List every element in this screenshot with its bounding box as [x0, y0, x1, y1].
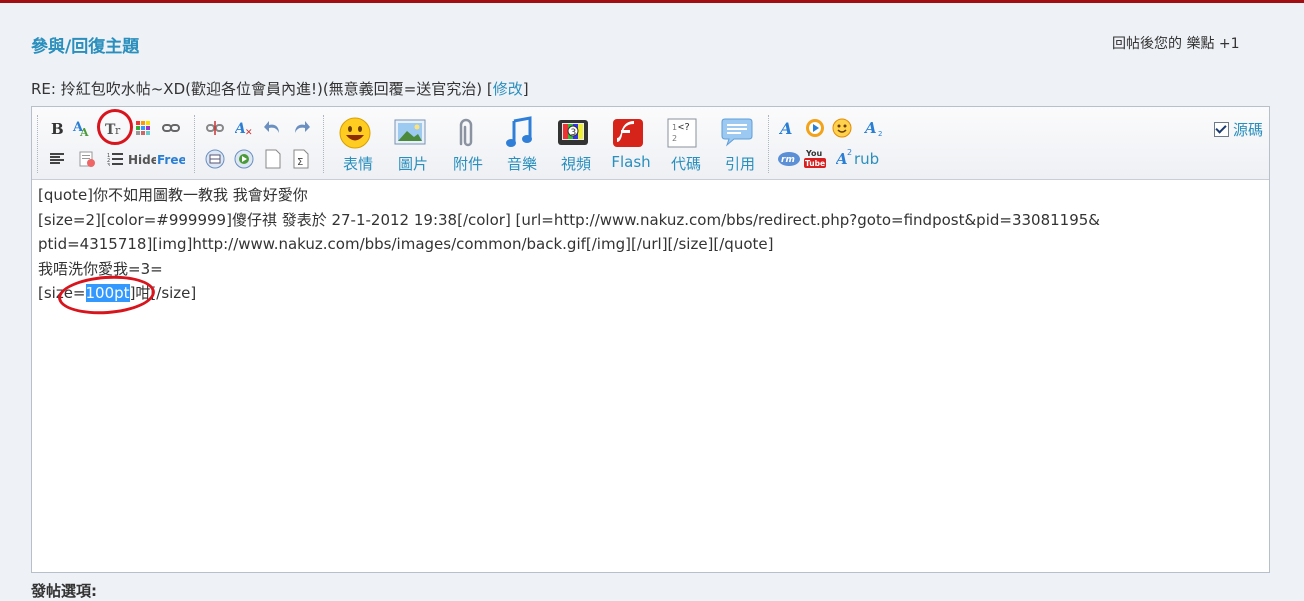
- svg-text:Σ: Σ: [297, 157, 303, 168]
- source-mode-toggle[interactable]: 源碼: [1214, 119, 1263, 140]
- quote-icon[interactable]: [719, 116, 755, 150]
- post-editor: B AA Tr 123 Hide Free A ✕ Σ 表情 圖片 附件 音樂 …: [31, 106, 1270, 573]
- video-button-label[interactable]: 視頻: [550, 153, 602, 174]
- toolbar-separator: [37, 115, 38, 173]
- hide-icon[interactable]: Hide: [128, 149, 156, 169]
- background-color-icon[interactable]: [133, 118, 153, 138]
- ruby-text-icon[interactable]: A 2 rub: [836, 147, 888, 169]
- remove-format-icon[interactable]: A ✕: [234, 118, 254, 138]
- source-mode-label: 源碼: [1233, 121, 1264, 139]
- image-icon[interactable]: [392, 116, 428, 150]
- align-icon[interactable]: [47, 149, 67, 169]
- free-label: Free: [157, 153, 185, 166]
- quote-button-label[interactable]: 引用: [714, 153, 766, 174]
- paperclip-icon[interactable]: [447, 116, 483, 150]
- svg-text:A: A: [864, 119, 877, 137]
- emoticon-button-label[interactable]: 表情: [332, 153, 384, 174]
- svg-text:<?: <?: [678, 122, 690, 133]
- thread-subject: RE: 拎紅包吹水帖~XD(歡迎各位會員內進!)(無意義回覆=送官究治) [修改…: [31, 78, 529, 99]
- message-textarea[interactable]: [quote]你不如用圖教一教我 我會好愛你 [size=2][color=#9…: [32, 180, 1269, 572]
- insert-table-icon[interactable]: [205, 149, 225, 169]
- image-button-label[interactable]: 圖片: [387, 153, 439, 174]
- toolbar-separator: [768, 115, 769, 173]
- formula-icon[interactable]: Σ: [291, 149, 311, 169]
- toolbar-separator: [323, 115, 324, 173]
- redo-icon[interactable]: [291, 117, 311, 137]
- svg-text:2: 2: [878, 130, 882, 137]
- top-border: [0, 0, 1304, 3]
- editor-toolbar: B AA Tr 123 Hide Free A ✕ Σ 表情 圖片 附件 音樂 …: [32, 107, 1269, 180]
- svg-text:1: 1: [672, 123, 677, 132]
- reply-credits-note: 回帖後您的 樂點 +1: [1112, 36, 1240, 52]
- bold-icon[interactable]: B: [47, 118, 67, 138]
- svg-text:3: 3: [571, 128, 577, 138]
- editor-line: [size=100pt]咁[/size]: [38, 281, 1269, 306]
- post-options-label: 發帖選項:: [31, 582, 97, 600]
- emoji-face-icon[interactable]: [832, 118, 852, 138]
- svg-text:B: B: [51, 120, 64, 136]
- rub-label: rub: [854, 150, 879, 168]
- code-button-label[interactable]: 代碼: [660, 153, 712, 174]
- smiley-icon[interactable]: [337, 116, 373, 150]
- svg-text:3: 3: [107, 163, 110, 166]
- bracket-close: ]: [522, 80, 529, 98]
- youtube-label-bottom: Tube: [805, 159, 825, 168]
- toolbar-separator: [194, 115, 195, 173]
- code-icon[interactable]: 1 2 <?: [665, 116, 701, 150]
- flash-icon[interactable]: [610, 116, 646, 150]
- svg-text:✕: ✕: [245, 128, 253, 136]
- page-icon[interactable]: [263, 149, 283, 169]
- undo-icon[interactable]: [263, 117, 283, 137]
- svg-text:A: A: [779, 119, 792, 137]
- subject-text: RE: 拎紅包吹水帖~XD(歡迎各位會員內進!)(無意義回覆=送官究治): [31, 80, 483, 98]
- source-mode-checkbox[interactable]: [1214, 122, 1229, 137]
- editor-line: 我唔洗你愛我=3=: [38, 259, 163, 278]
- link-icon[interactable]: [161, 118, 181, 138]
- video-icon[interactable]: 3: [555, 116, 591, 150]
- music-button-label[interactable]: 音樂: [496, 153, 548, 174]
- edit-subject-link[interactable]: 修改: [493, 80, 523, 98]
- insert-media-icon[interactable]: [234, 149, 254, 169]
- editor-line: ptid=4315718][img]http://www.nakuz.com/b…: [38, 235, 774, 253]
- font-color-icon[interactable]: AA: [72, 118, 92, 138]
- annotation-circle-font-size: [97, 109, 133, 145]
- youtube-label-top: You: [805, 149, 823, 158]
- flash-button-label[interactable]: Flash: [605, 153, 657, 171]
- music-icon[interactable]: [501, 116, 537, 150]
- rm-label: rm: [781, 155, 795, 165]
- editor-line: [size=2][color=#999999]傻仔祺 發表於 27-1-2012…: [38, 210, 1100, 229]
- youtube-icon[interactable]: You Tube: [804, 147, 826, 169]
- list-icon[interactable]: 123: [105, 149, 125, 169]
- svg-text:2: 2: [672, 134, 677, 143]
- editor-line: [quote]你不如用圖教一教我 我會好愛你: [38, 186, 308, 204]
- attachment-button-label[interactable]: 附件: [442, 153, 494, 174]
- free-icon[interactable]: Free: [157, 149, 185, 169]
- unlink-icon[interactable]: [205, 118, 225, 138]
- real-media-icon[interactable]: rm: [777, 149, 801, 169]
- font-subscript-icon[interactable]: A2: [864, 118, 884, 138]
- attachment-list-icon[interactable]: [77, 149, 97, 169]
- media-player-icon[interactable]: [805, 118, 825, 138]
- hide-label: Hide: [128, 153, 156, 166]
- font-style-icon[interactable]: A: [778, 118, 798, 138]
- ruby-sup-label: 2: [847, 148, 852, 157]
- svg-text:A: A: [836, 150, 848, 168]
- page-title: 參與/回復主題: [31, 37, 140, 57]
- svg-text:A: A: [79, 126, 89, 137]
